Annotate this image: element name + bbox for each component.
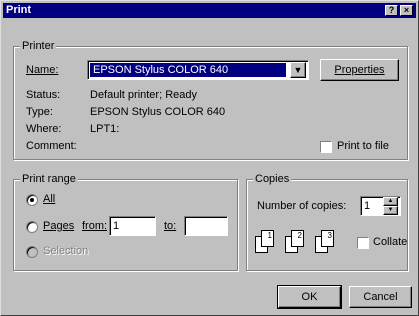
collate-checkbox[interactable] (357, 237, 369, 249)
close-icon: × (403, 5, 410, 15)
dropdown-arrow-button[interactable]: ▼ (290, 62, 306, 78)
collate-label[interactable]: Collate (373, 236, 407, 249)
where-label: Where: (26, 123, 62, 135)
collate-page-icon: 1 (261, 230, 274, 247)
pages-label[interactable]: Pages (43, 220, 74, 233)
print-dialog: Print ? × Printer Name: EPSON Stylus COL… (0, 0, 419, 316)
cancel-button[interactable]: Cancel (349, 286, 412, 308)
collate-page-icon: 2 (291, 230, 304, 247)
print-range-group: Print range All Pages from: 1 to: Select… (13, 172, 238, 271)
collate-illustration: 1 1 2 2 3 3 (255, 230, 355, 256)
help-button[interactable]: ? (385, 5, 398, 16)
name-label: Name: (26, 64, 59, 76)
where-value: LPT1: (90, 123, 120, 135)
printer-name-value: EPSON Stylus COLOR 640 (90, 63, 286, 77)
selection-radio (26, 246, 38, 258)
from-label: from: (82, 220, 108, 232)
type-value: EPSON Stylus COLOR 640 (90, 106, 226, 118)
help-icon: ? (388, 5, 395, 15)
copies-group: Copies Number of copies: 1 ▲ ▼ 1 1 2 2 3… (246, 172, 408, 271)
status-value: Default printer; Ready (90, 89, 197, 101)
number-of-copies-label: Number of copies: (257, 200, 347, 212)
ok-button[interactable]: OK (277, 285, 342, 309)
chevron-up-icon: ▲ (387, 198, 394, 204)
printer-name-select[interactable]: EPSON Stylus COLOR 640 ▼ (87, 60, 309, 80)
copies-stepper[interactable]: 1 ▲ ▼ (360, 196, 401, 216)
comment-label: Comment: (26, 140, 77, 152)
pages-radio[interactable] (26, 221, 38, 233)
window-title: Print (6, 4, 32, 16)
print-range-group-label: Print range (20, 172, 78, 186)
properties-button[interactable]: Properties (320, 59, 399, 81)
copies-group-label: Copies (253, 172, 292, 186)
status-label: Status: (26, 89, 61, 101)
all-radio[interactable] (26, 194, 38, 206)
chevron-down-icon: ▼ (387, 207, 394, 213)
copies-value: 1 (364, 200, 371, 212)
type-label: Type: (26, 106, 53, 118)
collate-page-icon: 3 (321, 230, 334, 247)
printer-group: Printer Name: EPSON Stylus COLOR 640 ▼ P… (13, 39, 408, 160)
chevron-down-icon: ▼ (293, 65, 303, 75)
printer-group-label: Printer (20, 39, 57, 53)
all-label[interactable]: All (43, 193, 55, 206)
title-bar: Print ? × (3, 3, 416, 18)
copies-up-button[interactable]: ▲ (383, 197, 398, 206)
to-label: to: (164, 220, 177, 232)
print-to-file-checkbox[interactable] (320, 141, 332, 153)
to-input[interactable] (184, 216, 228, 236)
print-to-file-label[interactable]: Print to file (337, 140, 389, 153)
selection-label: Selection (43, 245, 89, 257)
from-value: 1 (113, 220, 120, 232)
from-input[interactable]: 1 (109, 216, 156, 236)
copies-down-button[interactable]: ▼ (383, 206, 398, 215)
close-button[interactable]: × (400, 5, 413, 16)
